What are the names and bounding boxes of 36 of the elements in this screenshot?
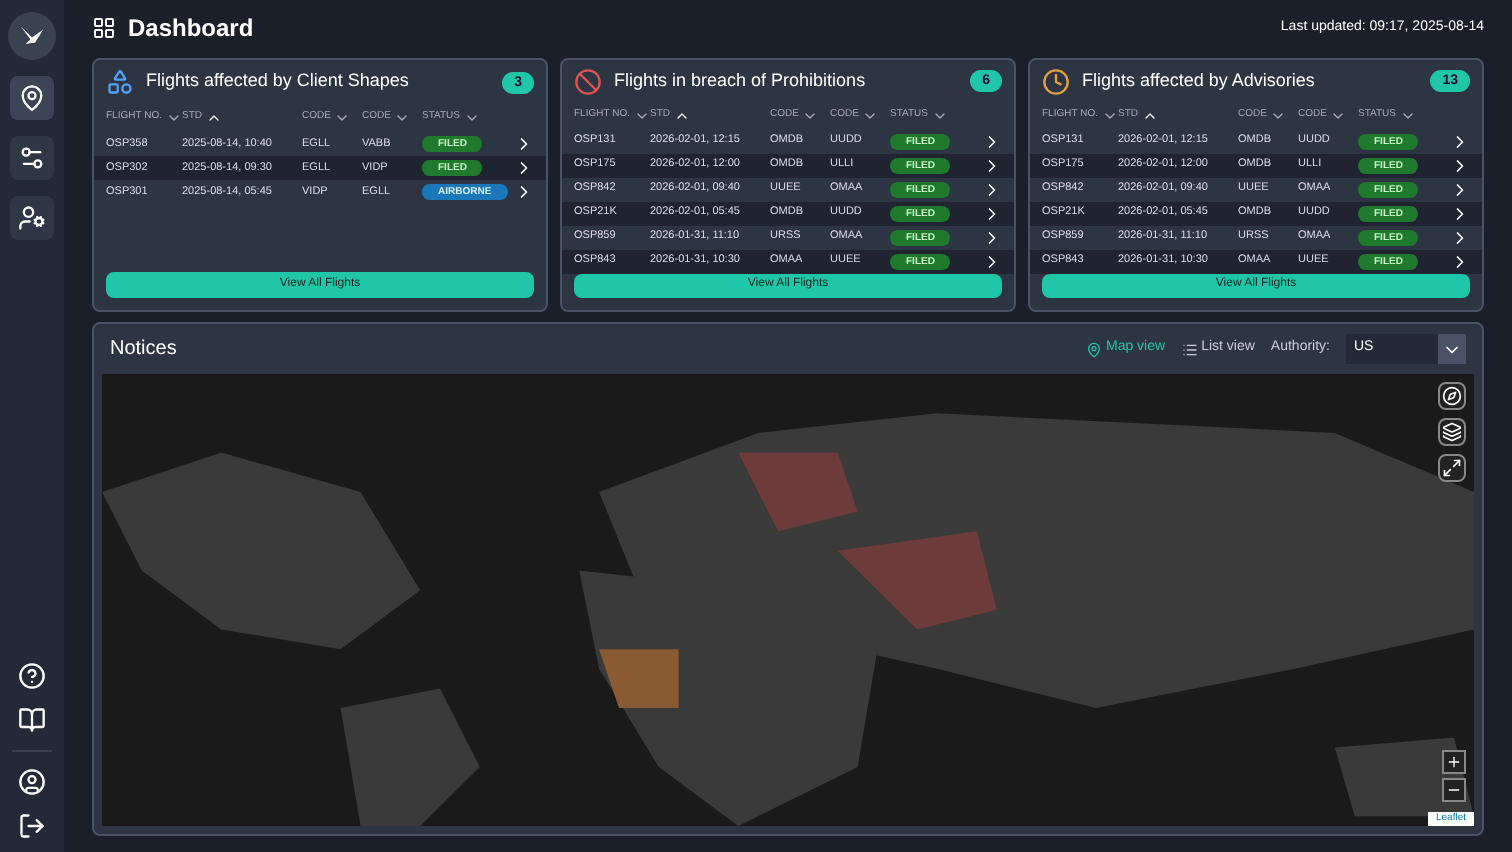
- sort-icon: [394, 110, 411, 126]
- zoom-in-button[interactable]: [1442, 750, 1466, 774]
- page-title: Dashboard: [128, 12, 254, 46]
- sort-icon: [165, 110, 182, 126]
- map-pin-icon: [18, 84, 46, 112]
- shapes-icon: [106, 68, 134, 96]
- map-pin-icon: [1086, 341, 1102, 357]
- fullscreen-icon: [1442, 458, 1462, 478]
- card-title: Flights affected by Client Shapes: [146, 68, 409, 95]
- prohibition-icon: [574, 67, 602, 96]
- zoom-out-button[interactable]: [1442, 778, 1466, 802]
- card-title: Flights affected by Advisories: [1082, 67, 1315, 94]
- layers-button[interactable]: [1438, 418, 1466, 446]
- bird-logo-icon: [8, 12, 56, 60]
- panel-title: Notices: [110, 336, 177, 364]
- book-icon[interactable]: [18, 706, 46, 734]
- sidebar-item[interactable]: [10, 136, 54, 180]
- layers-icon: [1442, 422, 1462, 442]
- logout-icon[interactable]: [18, 812, 46, 840]
- sort-ascending-icon: [206, 110, 222, 126]
- compass-button[interactable]: [1438, 382, 1466, 410]
- plus-icon: [1446, 754, 1462, 770]
- sidebar-item[interactable]: [10, 196, 54, 240]
- list-icon: [1181, 341, 1198, 357]
- sidebar-item[interactable]: [10, 76, 54, 120]
- card-title: Flights in breach of Prohibitions: [614, 67, 866, 94]
- fullscreen-button[interactable]: [1438, 454, 1466, 482]
- compass-icon: [1442, 386, 1462, 406]
- clock-icon: [1042, 67, 1070, 96]
- user-icon[interactable]: [18, 768, 46, 796]
- sort-icon: [463, 110, 480, 126]
- gears-icon: [18, 144, 46, 172]
- user-gear-icon: [18, 204, 46, 232]
- sort-icon: [334, 110, 351, 126]
- dashboard-icon: [92, 16, 116, 40]
- help-icon[interactable]: [18, 662, 46, 690]
